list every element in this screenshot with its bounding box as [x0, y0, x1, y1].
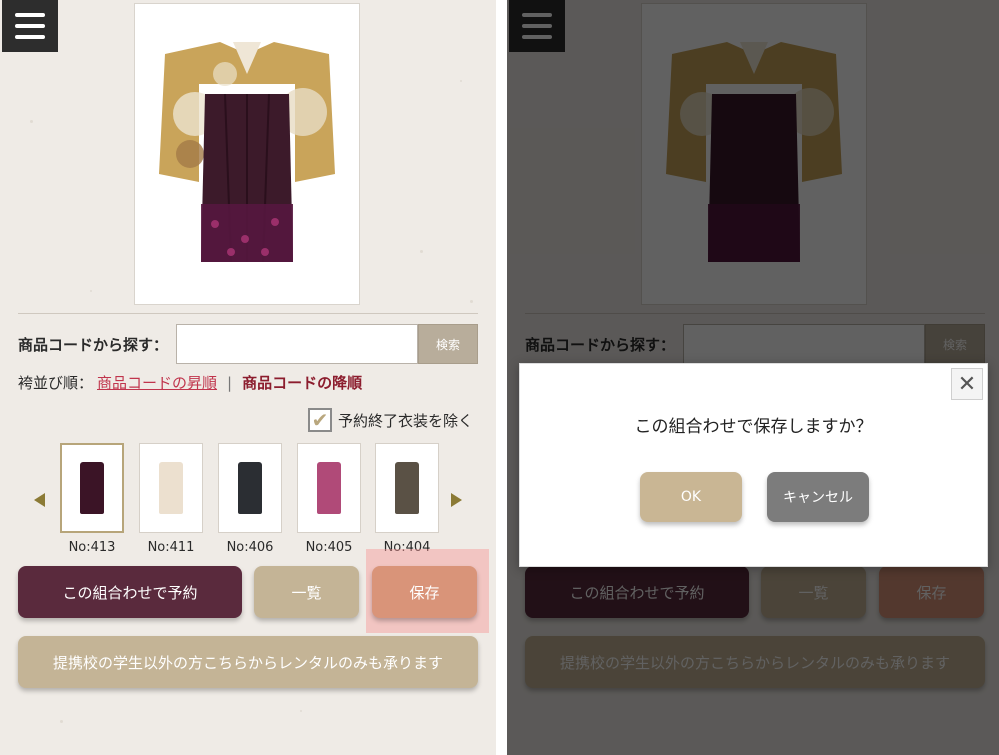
sort-desc-link[interactable]: 商品コードの降順 [242, 374, 362, 392]
sort-separator: | [227, 374, 233, 392]
ok-button[interactable]: OK [640, 472, 742, 522]
checkmark-icon: ✔ [311, 408, 329, 432]
carousel-next-arrow-icon[interactable] [451, 493, 462, 507]
texture-dot [460, 80, 462, 82]
divider [18, 313, 478, 314]
hakama-thumb[interactable] [297, 443, 361, 533]
exclude-ended-filter[interactable]: ✔ 予約終了衣装を除く [308, 408, 473, 432]
search-label: 商品コードから探す： [18, 336, 169, 354]
list-button[interactable]: 一覧 [254, 566, 359, 618]
sort-asc-link[interactable]: 商品コードの昇順 [97, 374, 217, 392]
search-button[interactable]: 検索 [418, 324, 478, 364]
texture-dot [60, 720, 63, 723]
hakama-swatch [159, 462, 183, 514]
panel-gap [496, 0, 507, 755]
hakama-swatch [317, 462, 341, 514]
close-icon[interactable]: ✕ [951, 368, 983, 400]
hamburger-menu-button[interactable] [2, 0, 58, 52]
sort-row: 袴並び順： 商品コードの昇順 | 商品コードの降順 [18, 372, 362, 393]
texture-dot [300, 710, 302, 712]
menu-bar [15, 35, 45, 39]
thumb-number: No:405 [305, 540, 353, 555]
kimono-hakama-image [159, 42, 335, 263]
rental-only-button[interactable]: 提携校の学生以外の方こちらからレンタルのみも承ります [18, 636, 478, 688]
dialog-message: この組合わせで保存しますか？ [634, 417, 873, 437]
menu-bar [15, 13, 45, 17]
exclude-ended-checkbox[interactable]: ✔ [308, 408, 332, 432]
save-confirm-dialog: ✕ この組合わせで保存しますか？ OK キャンセル [519, 363, 988, 567]
thumb-number: No:411 [147, 540, 195, 555]
screen-before: 商品コードから探す： 検索 袴並び順： 商品コードの昇順 | 商品コードの降順 ✔ 予… [0, 0, 496, 755]
hakama-swatch [80, 462, 104, 514]
thumb-number: No:413 [68, 540, 116, 555]
sort-label: 袴並び順： [18, 374, 94, 392]
hakama-swatch [395, 462, 419, 514]
texture-dot [420, 250, 423, 253]
texture-dot [90, 290, 92, 292]
hakama-swatch [238, 462, 262, 514]
product-code-input[interactable] [176, 324, 418, 364]
texture-dot [470, 300, 473, 303]
hakama-thumb[interactable] [139, 443, 203, 533]
outfit-preview [134, 3, 360, 305]
exclude-ended-label: 予約終了衣装を除く [338, 411, 474, 430]
thumb-number: No:406 [226, 540, 274, 555]
hakama-thumb[interactable] [60, 443, 124, 533]
save-button[interactable]: 保存 [372, 566, 477, 618]
hakama-thumb[interactable] [218, 443, 282, 533]
texture-dot [30, 120, 33, 123]
cancel-button[interactable]: キャンセル [767, 472, 869, 522]
menu-bar [15, 24, 45, 28]
hakama-thumb[interactable] [375, 443, 439, 533]
reserve-combination-button[interactable]: この組合わせで予約 [18, 566, 242, 618]
carousel-prev-arrow-icon[interactable] [34, 493, 45, 507]
